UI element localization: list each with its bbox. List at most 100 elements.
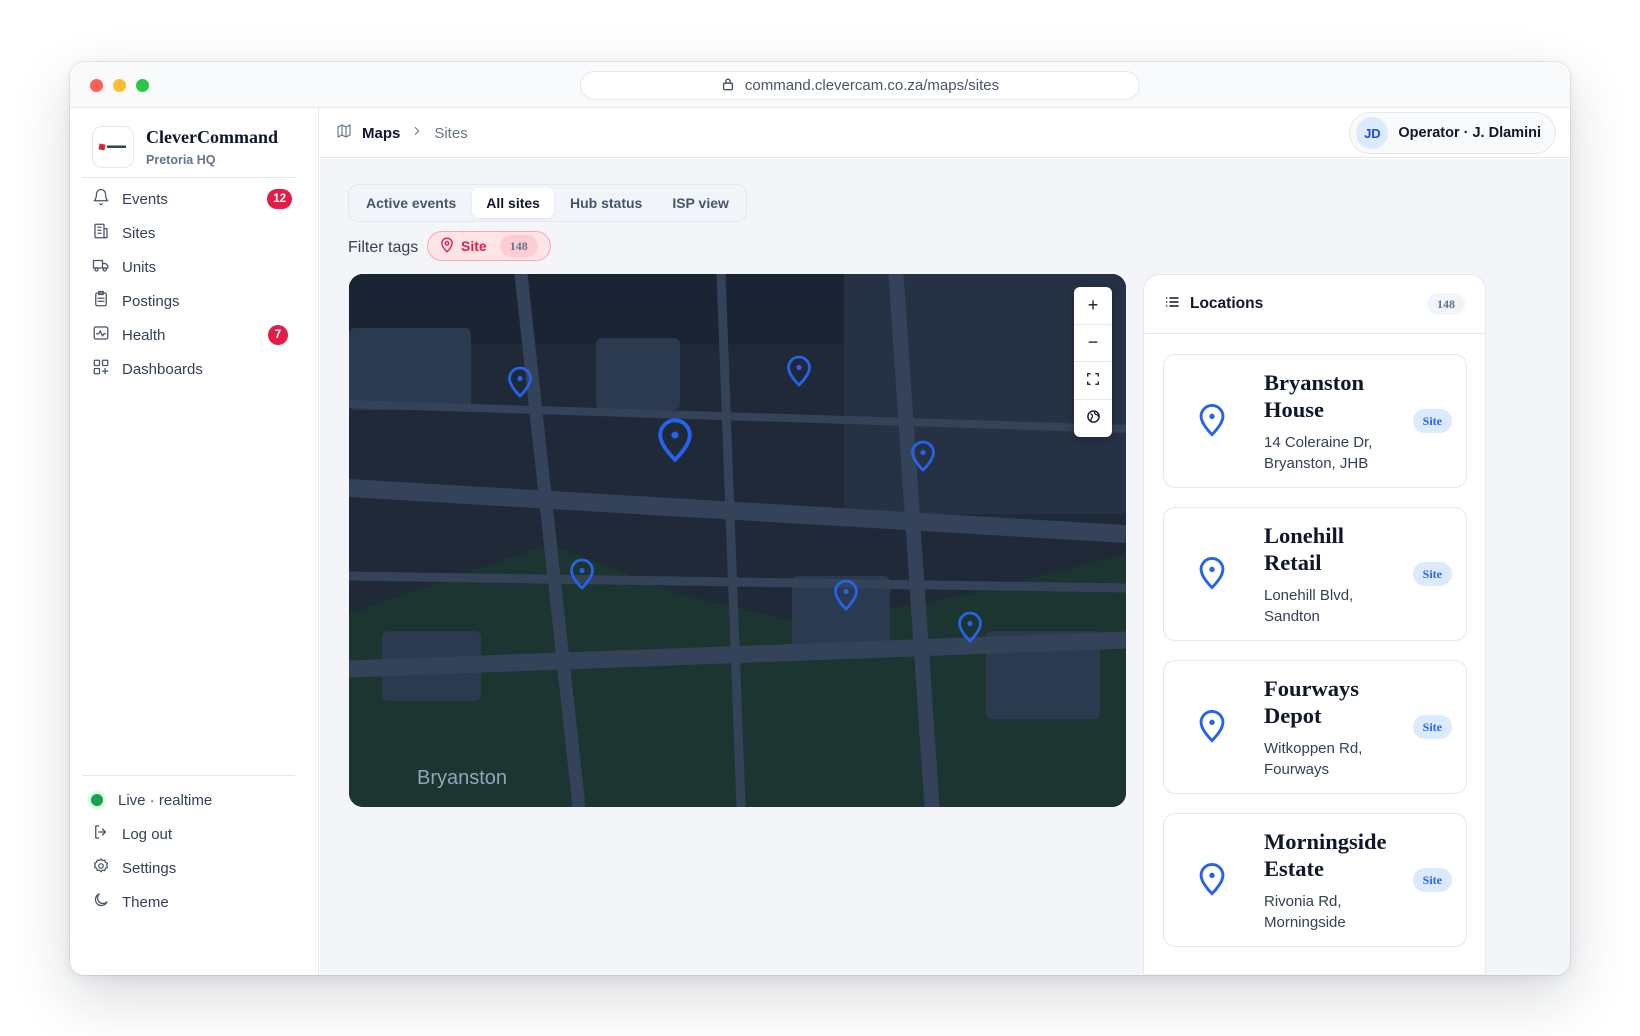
- map-pin-icon: [508, 366, 532, 398]
- map-pin-icon: [1197, 403, 1227, 437]
- logout-icon: [92, 823, 110, 845]
- sidebar-item-label: Units: [122, 258, 157, 276]
- list-icon: [1164, 294, 1180, 315]
- filter-tags-label: Filter tags: [348, 239, 419, 256]
- live-status-label: Live · realtime: [118, 791, 213, 809]
- location-card[interactable]: Lonehill Retail Lonehill Blvd, Sandton S…: [1163, 507, 1467, 641]
- settings-label: Settings: [122, 859, 177, 877]
- location-card[interactable]: Bryanston House 14 Coleraine Dr, Bryanst…: [1163, 354, 1467, 488]
- location-address: Lonehill Blvd, Sandton: [1264, 587, 1354, 625]
- site-marker[interactable]: [909, 439, 937, 473]
- map-area-label: Bryanston: [417, 767, 508, 789]
- sidebar-item-dashboards[interactable]: Dashboards: [92, 355, 292, 383]
- settings-button[interactable]: Settings: [92, 854, 292, 882]
- pin-icon: [440, 237, 454, 256]
- location-name: Lonehill Retail: [1264, 523, 1345, 575]
- chip-count: 148: [499, 235, 538, 257]
- minimize-window-button[interactable]: [113, 79, 126, 92]
- locations-header: Locations 148: [1144, 275, 1485, 334]
- dashboard-icon: [92, 358, 110, 380]
- maximize-window-button[interactable]: [136, 79, 149, 92]
- sidebar-item-postings[interactable]: Postings: [92, 287, 292, 315]
- breadcrumb-maps[interactable]: Maps: [362, 125, 400, 142]
- location-card[interactable]: Morningside Estate Rivonia Rd, Morningsi…: [1163, 813, 1467, 947]
- map-tiles: [349, 274, 1126, 807]
- url-text: command.clevercam.co.za/maps/sites: [744, 77, 1000, 94]
- breadcrumb-sites: Sites: [434, 124, 468, 142]
- tab-hub-status[interactable]: Hub status: [556, 188, 656, 218]
- location-address: Rivonia Rd, Morningside: [1264, 893, 1346, 931]
- sidebar-divider: [82, 775, 295, 776]
- location-name: Morningside Estate: [1264, 829, 1387, 881]
- location-card[interactable]: Fourways Depot Witkoppen Rd, Fourways Si…: [1163, 660, 1467, 794]
- fullscreen-icon: [1086, 370, 1100, 391]
- top-header: Maps Sites JD Operator · J. Dlamini: [320, 108, 1570, 158]
- brand[interactable]: CleverCommand Pretoria HQ: [92, 126, 278, 168]
- lock-icon: [721, 77, 735, 95]
- sidebar-item-sites[interactable]: Sites: [92, 219, 292, 247]
- map-pin-icon: [958, 611, 982, 643]
- events-count-badge: 12: [267, 189, 292, 209]
- brand-logo: [92, 126, 134, 168]
- map-pin-icon: [570, 558, 594, 590]
- logout-button[interactable]: Log out: [92, 820, 292, 848]
- site-marker[interactable]: [832, 578, 860, 612]
- sidebar-item-label: Health: [122, 326, 166, 344]
- map-pin-icon: [911, 440, 935, 472]
- site-marker-selected[interactable]: [655, 417, 695, 463]
- site-marker[interactable]: [785, 354, 813, 388]
- tab-active-events[interactable]: Active events: [352, 188, 470, 218]
- zoom-in-button[interactable]: +: [1074, 287, 1112, 325]
- sidebar-item-units[interactable]: Units: [92, 253, 292, 281]
- sidebar-item-label: Events: [122, 190, 168, 208]
- locations-count: 148: [1427, 293, 1465, 315]
- site-marker[interactable]: [956, 610, 984, 644]
- locations-title: Locations: [1190, 295, 1264, 312]
- sidebar-item-health[interactable]: Health 7: [92, 321, 292, 349]
- locations-panel: Locations 148 Bryanston House 14 Colerai…: [1143, 274, 1486, 974]
- map-pin-icon: [658, 418, 692, 463]
- close-window-button[interactable]: [90, 79, 103, 92]
- sites-map[interactable]: Bryanston + −: [349, 274, 1126, 807]
- map-pin-icon: [787, 355, 811, 387]
- main-content: Active events All sites Hub status ISP v…: [320, 159, 1570, 975]
- view-tabs: Active events All sites Hub status ISP v…: [348, 184, 747, 222]
- location-tag: Site: [1412, 409, 1452, 433]
- browser-titlebar: command.clevercam.co.za/maps/sites: [70, 62, 1570, 108]
- brand-subtitle: Pretoria HQ: [146, 153, 216, 167]
- sidebar: CleverCommand Pretoria HQ Events 12 Site…: [70, 108, 319, 975]
- tab-isp-view[interactable]: ISP view: [658, 188, 743, 218]
- breadcrumb: Maps Sites: [336, 108, 468, 158]
- health-count-badge: 7: [268, 325, 288, 345]
- activity-icon: [92, 324, 110, 346]
- chevron-right-icon: [410, 124, 424, 142]
- theme-toggle[interactable]: Theme: [92, 888, 292, 916]
- site-marker[interactable]: [506, 365, 534, 399]
- site-filter-chip[interactable]: Site 148: [427, 231, 551, 261]
- address-bar[interactable]: command.clevercam.co.za/maps/sites: [580, 71, 1140, 100]
- live-status-dot: [91, 794, 103, 806]
- live-status: Live · realtime: [88, 786, 288, 814]
- location-tag: Site: [1412, 715, 1452, 739]
- map-pin-icon: [1197, 862, 1227, 896]
- moon-icon: [92, 891, 110, 913]
- location-tag: Site: [1412, 868, 1452, 892]
- location-address: 14 Coleraine Dr, Bryanston, JHB: [1264, 434, 1373, 472]
- globe-button[interactable]: [1074, 400, 1112, 438]
- operator-name: Operator · J. Dlamini: [1398, 125, 1541, 141]
- site-marker[interactable]: [568, 557, 596, 591]
- zoom-out-button[interactable]: −: [1074, 325, 1112, 362]
- operator-menu[interactable]: JD Operator · J. Dlamini: [1349, 112, 1556, 154]
- map-controls: + −: [1074, 287, 1112, 437]
- tab-all-sites[interactable]: All sites: [472, 188, 554, 218]
- sidebar-divider: [82, 177, 295, 178]
- sidebar-item-label: Sites: [122, 224, 156, 242]
- clipboard-icon: [92, 290, 110, 312]
- globe-icon: [1086, 408, 1101, 429]
- sidebar-item-events[interactable]: Events 12: [92, 185, 292, 213]
- sidebar-item-label: Dashboards: [122, 360, 203, 378]
- truck-icon: [92, 256, 110, 278]
- fullscreen-button[interactable]: [1074, 362, 1112, 400]
- location-name: Fourways Depot: [1264, 676, 1359, 728]
- browser-window: command.clevercam.co.za/maps/sites Cleve…: [70, 62, 1570, 975]
